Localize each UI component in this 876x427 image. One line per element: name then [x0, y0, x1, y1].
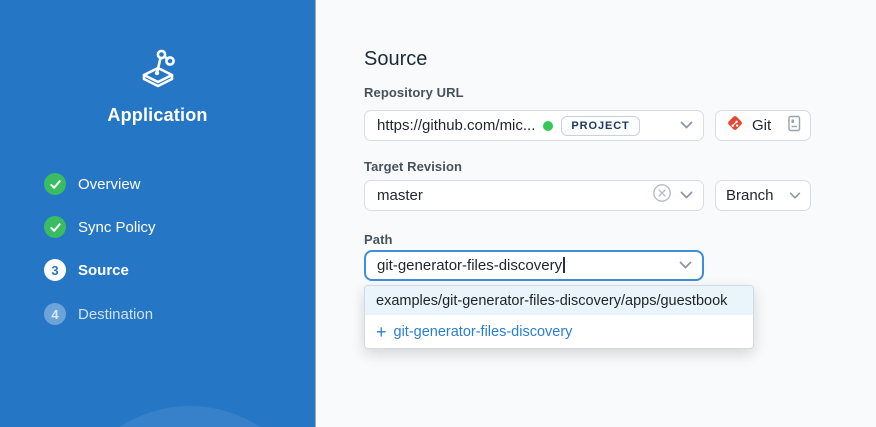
path-add-custom-item[interactable]: + git-generator-files-discovery — [365, 315, 753, 348]
clear-circle-x-icon[interactable] — [652, 183, 672, 208]
connected-status-dot — [543, 121, 553, 131]
text-cursor — [563, 257, 565, 273]
step-number-badge: 3 — [44, 259, 66, 281]
sidebar-header: Application — [0, 40, 315, 126]
sidebar-step-sync-policy[interactable]: Sync Policy — [44, 215, 156, 239]
revision-type-select[interactable]: Branch — [715, 180, 811, 211]
step-label: Overview — [78, 176, 141, 193]
step-label: Destination — [78, 306, 153, 323]
application-wizard-screen: Application Overview Sync Policy 3 Sourc… — [0, 0, 876, 427]
repo-type-value: Git — [752, 117, 771, 134]
repository-url-input[interactable]: https://github.com/mic... PROJECT — [364, 110, 704, 141]
sidebar-step-overview[interactable]: Overview — [44, 172, 141, 196]
step-number-badge: 4 — [44, 303, 66, 325]
page-title: Source — [364, 48, 427, 71]
repository-url-value: https://github.com/mic... — [377, 117, 535, 134]
sidebar-title: Application — [0, 105, 315, 126]
repository-url-label: Repository URL — [364, 85, 464, 100]
target-revision-label: Target Revision — [364, 159, 462, 174]
path-input[interactable]: git-generator-files-discovery — [364, 250, 704, 281]
sidebar-step-destination[interactable]: 4 Destination — [44, 302, 153, 326]
revision-type-value: Branch — [726, 187, 774, 204]
check-icon — [44, 173, 66, 195]
project-badge: PROJECT — [561, 116, 639, 136]
path-label: Path — [364, 232, 393, 247]
application-deploy-box-icon — [0, 40, 315, 90]
path-add-custom-label: git-generator-files-discovery — [394, 324, 573, 340]
step-label: Sync Policy — [78, 219, 156, 236]
chevron-down-icon[interactable] — [680, 117, 693, 135]
sidebar-step-source[interactable]: 3 Source — [44, 258, 129, 282]
step-label: Source — [78, 262, 129, 279]
chevron-down-icon[interactable] — [679, 257, 692, 275]
sidebar-decoration-circle — [62, 406, 316, 427]
repo-type-select[interactable]: Git — [715, 110, 811, 141]
git-logo-icon — [726, 114, 744, 137]
target-revision-input[interactable]: master — [364, 180, 704, 211]
path-suggestion-item[interactable]: examples/git-generator-files-discovery/a… — [365, 286, 753, 315]
path-suggestions-dropdown: examples/git-generator-files-discovery/a… — [364, 285, 754, 349]
check-icon — [44, 216, 66, 238]
path-value: git-generator-files-discovery — [377, 257, 565, 274]
repo-list-icon — [787, 115, 801, 137]
target-revision-value: master — [377, 187, 423, 204]
plus-icon: + — [376, 323, 387, 341]
wizard-sidebar: Application Overview Sync Policy 3 Sourc… — [0, 0, 316, 427]
chevron-down-icon[interactable] — [680, 187, 693, 205]
chevron-down-icon — [789, 187, 801, 205]
